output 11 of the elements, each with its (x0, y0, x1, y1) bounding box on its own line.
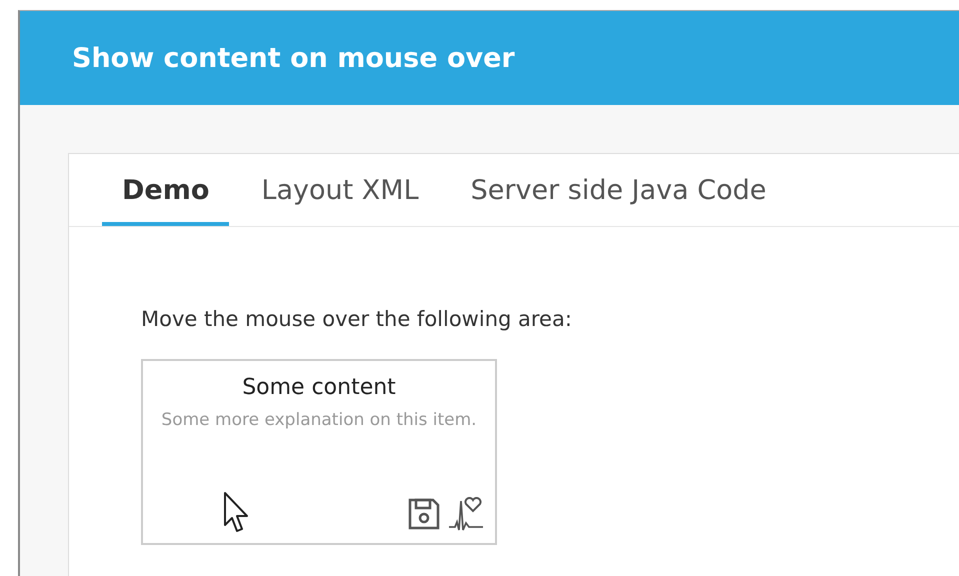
instruction-text: Move the mouse over the following area: (141, 307, 573, 331)
tab[interactable]: Demo (102, 154, 230, 226)
mouse-pointer-icon (223, 491, 251, 533)
item-description: Some more explanation on this item. (161, 409, 477, 432)
save-icon[interactable] (407, 497, 441, 531)
hover-area[interactable]: Some content Some more explanation on this item. (141, 359, 497, 545)
heart-pulse-icon[interactable] (447, 497, 485, 533)
tab[interactable]: Layout XML (241, 154, 439, 226)
item-title: Some content (242, 375, 396, 400)
page-title: Show content on mouse over (72, 42, 515, 74)
tab[interactable]: Server side Java Code (450, 154, 786, 226)
